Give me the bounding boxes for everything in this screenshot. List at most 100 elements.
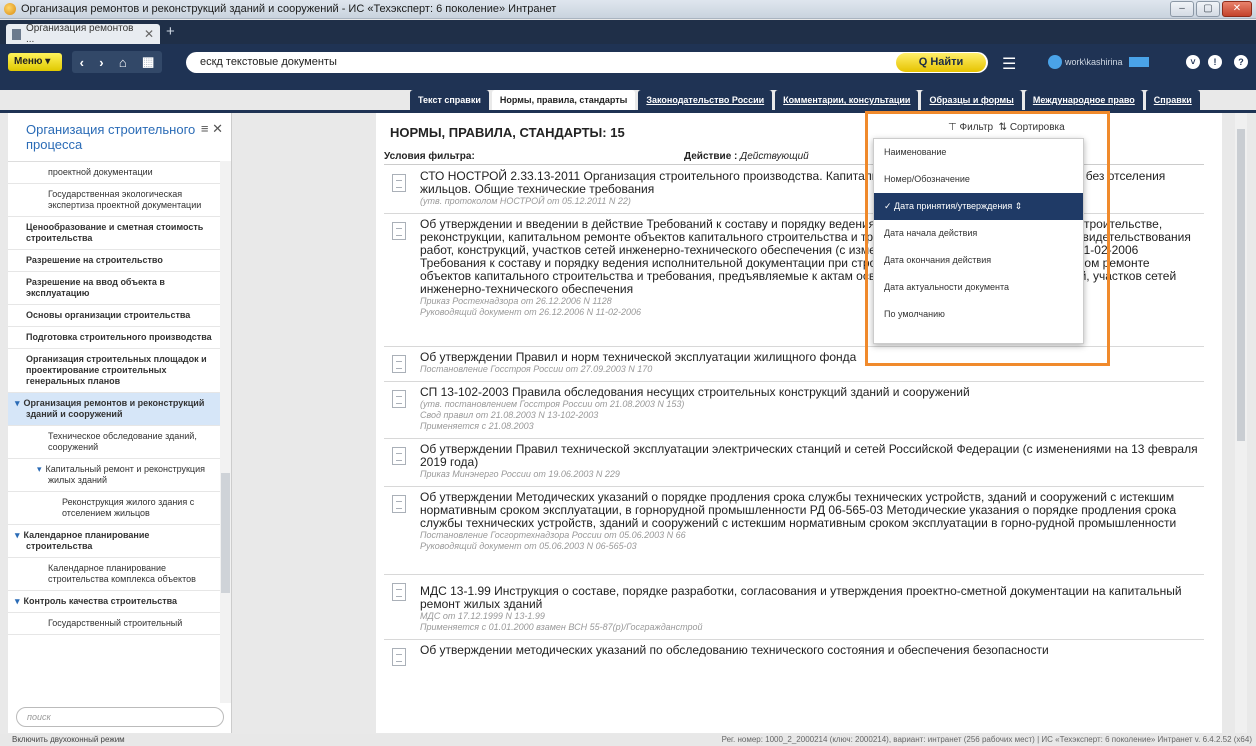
action-filter: Действие : Действующий — [684, 151, 809, 162]
list-item[interactable]: Об утверждении Методических указаний о п… — [384, 487, 1204, 575]
tab-samples[interactable]: Образцы и формы — [921, 90, 1022, 110]
menu-button[interactable]: Меню ▾ — [8, 53, 62, 71]
tab-intl-law[interactable]: Международное право — [1024, 90, 1143, 110]
document-tabs: Текст справки Нормы, правила, стандарты … — [410, 90, 1203, 110]
tab-close-icon[interactable]: ✕ — [144, 27, 154, 41]
doc-title[interactable]: МДС 13-1.99 Инструкция о составе, порядк… — [420, 585, 1204, 611]
sidebar-item[interactable]: ▾ Календарное планирование строительства — [8, 525, 220, 558]
list-item[interactable]: Об утверждении методических указаний по … — [384, 640, 1204, 666]
sidebar-item[interactable]: Ценообразование и сметная стоимость стро… — [8, 217, 220, 250]
user-status-icon — [1128, 57, 1149, 67]
action-label: Действие : — [684, 151, 738, 162]
doc-title[interactable]: СП 13-102-2003 Правила обследования несу… — [420, 386, 1204, 399]
doc-title[interactable]: Об утверждении методических указаний по … — [420, 644, 1204, 657]
sidebar-item[interactable]: Календарное планирование строительства к… — [8, 558, 220, 591]
forward-icon[interactable]: › — [99, 55, 103, 70]
tab-references[interactable]: Справки — [1145, 90, 1200, 110]
sidebar-item[interactable]: Разрешение на строительство — [8, 250, 220, 272]
sidebar-list: проектной документации Государственная э… — [8, 161, 220, 703]
sidebar-item[interactable]: ▾ Капитальный ремонт и реконструкция жилы… — [8, 459, 220, 492]
sidebar-item[interactable]: Организация строительных площадок и прое… — [8, 349, 220, 393]
sidebar-item[interactable]: ▾ Контроль качества строительства — [8, 591, 220, 613]
caret-down-icon: ▾ — [37, 464, 42, 474]
list-item[interactable]: Об утверждении Правил технической эксплу… — [384, 439, 1204, 487]
sidebar-item[interactable]: Государственный строительный — [8, 613, 220, 635]
sidebar-item[interactable]: Государственная экологическая экспертиза… — [8, 184, 220, 217]
browser-tab[interactable]: Организация ремонтов ... ✕ — [6, 23, 160, 45]
document-icon — [392, 222, 406, 240]
doc-meta: Приказ Минэнерго России от 19.06.2003 N … — [420, 469, 620, 479]
sidebar-item-label: Календарное планирование строительства — [23, 530, 150, 551]
info-icon[interactable]: ! — [1208, 55, 1222, 69]
chevron-down-icon[interactable]: ˅ — [1186, 55, 1200, 69]
sidebar-search-input[interactable]: поиск — [16, 707, 224, 727]
doc-meta: Постановление Госгортехнадзора России от… — [420, 530, 686, 540]
hamburger-icon[interactable]: ☰ — [1002, 54, 1016, 74]
minimize-button[interactable]: – — [1170, 1, 1194, 17]
sort-option[interactable]: По умолчанию — [874, 301, 1083, 328]
list-item[interactable]: МДС 13-1.99 Инструкция о составе, порядк… — [384, 575, 1204, 640]
document-icon — [392, 447, 406, 465]
sidebar-title: Организация строительного процесса — [26, 122, 196, 152]
sidebar-close-icon[interactable]: ✕ — [212, 121, 223, 136]
sidebar-item[interactable]: Техническое обследование зданий, сооруже… — [8, 426, 220, 459]
tab-comments[interactable]: Комментарии, консультации — [775, 90, 919, 110]
user-name: work\kashirina — [1065, 57, 1123, 67]
sidebar-item[interactable]: Основы организации строительства — [8, 305, 220, 327]
doc-title[interactable]: Об утверждении Методических указаний о п… — [420, 491, 1204, 530]
back-icon[interactable]: ‹ — [80, 55, 84, 70]
sidebar-scrollbar[interactable] — [220, 161, 231, 703]
list-item[interactable]: СП 13-102-2003 Правила обследования несу… — [384, 382, 1204, 439]
user-avatar-icon — [1048, 55, 1062, 69]
main-scroll-thumb[interactable] — [1237, 129, 1245, 441]
caret-down-icon: ▾ — [15, 398, 20, 408]
caret-down-icon: ▾ — [15, 530, 20, 540]
document-icon — [392, 355, 406, 373]
document-icon — [12, 28, 21, 40]
dual-window-toggle[interactable]: Включить двухоконный режим — [12, 734, 125, 746]
find-button[interactable]: Q Найти — [896, 53, 986, 72]
filter-icon: ⊤ — [948, 122, 957, 133]
sidebar-menu-icon[interactable]: ≡ — [201, 121, 209, 136]
app-icon — [4, 3, 16, 15]
sidebar-scroll-thumb[interactable] — [221, 473, 230, 593]
help-icon[interactable]: ? — [1234, 55, 1248, 69]
sort-icon: ⇅ — [998, 122, 1008, 133]
tab-norms[interactable]: Нормы, правила, стандарты — [491, 90, 636, 110]
window-controls: – ▢ ✕ — [1170, 1, 1252, 17]
sort-option[interactable]: Дата окончания действия — [874, 247, 1083, 274]
tab-strip: Организация ремонтов ... ✕ + — [0, 20, 1256, 45]
grid-icon[interactable]: ▦ — [142, 54, 154, 70]
tab-legislation[interactable]: Законодательство России — [638, 90, 773, 110]
doc-title[interactable]: Об утверждении Правил технической эксплу… — [420, 443, 1204, 469]
sort-option[interactable]: Дата начала действия — [874, 220, 1083, 247]
sort-dropdown: Наименование Номер/Обозначение ✓ Дата пр… — [873, 138, 1084, 344]
doc-meta: Руководящий документ от 05.06.2003 N 06-… — [420, 541, 637, 551]
sidebar-item[interactable]: Подготовка строительного производства — [8, 327, 220, 349]
close-button[interactable]: ✕ — [1222, 1, 1252, 17]
tab-reference-text[interactable]: Текст справки — [410, 90, 489, 110]
sort-option[interactable]: Наименование — [874, 139, 1083, 166]
sidebar-item-label: Организация ремонтов и реконструкций зда… — [23, 398, 205, 419]
caret-down-icon: ▾ — [15, 596, 20, 606]
sidebar-item[interactable]: проектной документации — [8, 162, 220, 184]
sort-button[interactable]: Сортировка — [1010, 122, 1065, 133]
search-input[interactable]: ескд текстовые документы — [186, 52, 988, 73]
nav-group: ‹ › ⌂ ▦ — [72, 51, 162, 73]
new-tab-button[interactable]: + — [166, 23, 175, 40]
home-icon[interactable]: ⌂ — [119, 55, 127, 70]
doc-meta: Свод правил от 21.08.2003 N 13-102-2003 — [420, 410, 599, 420]
sidebar-item[interactable]: Реконструкция жилого здания с отселением… — [8, 492, 220, 525]
sort-option-selected[interactable]: ✓ Дата принятия/утверждения ⇕ — [874, 193, 1083, 220]
sort-option[interactable]: Дата актуальности документа — [874, 274, 1083, 301]
sidebar-item-active[interactable]: ▾ Организация ремонтов и реконструкций зд… — [8, 393, 220, 426]
doc-meta: МДС от 17.12.1999 N 13-1.99 — [420, 611, 545, 621]
filter-button[interactable]: Фильтр — [960, 122, 994, 133]
sort-option[interactable]: Номер/Обозначение — [874, 166, 1083, 193]
user-menu[interactable]: work\kashirina — [1048, 55, 1149, 69]
sidebar: Организация строительного процесса ≡ ✕ п… — [8, 113, 232, 733]
maximize-button[interactable]: ▢ — [1196, 1, 1220, 17]
sidebar-item[interactable]: Разрешение на ввод объекта в эксплуатаци… — [8, 272, 220, 305]
main-scrollbar[interactable] — [1235, 113, 1247, 733]
window-title: Организация ремонтов и реконструкций зда… — [21, 3, 557, 15]
